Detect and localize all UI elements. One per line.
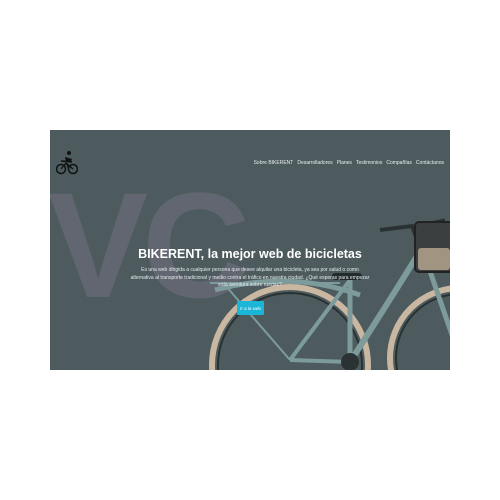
hero-description: Es una web dirigida a cualquier persona … <box>130 267 370 288</box>
nav-item-companias[interactable]: Compañías <box>386 160 412 166</box>
nav-item-desarrolladores[interactable]: Desarrolladores <box>297 160 332 166</box>
bicycle-rider-icon[interactable] <box>56 150 78 176</box>
nav-item-testimonios[interactable]: Testimonios <box>356 160 382 166</box>
hero-section: VC Sobre BIKERENT Desarrolladores Planes… <box>50 130 450 370</box>
main-nav: Sobre BIKERENT Desarrolladores Planes Te… <box>254 160 444 166</box>
nav-item-contactanos[interactable]: Contáctanos <box>416 160 444 166</box>
hero-title: BIKERENT, la mejor web de bicicletas <box>138 247 362 261</box>
nav-item-sobre-bikerent[interactable]: Sobre BIKERENT <box>254 160 294 166</box>
go-to-web-button[interactable]: Ir a la web <box>237 301 264 315</box>
nav-item-planes[interactable]: Planes <box>337 160 352 166</box>
